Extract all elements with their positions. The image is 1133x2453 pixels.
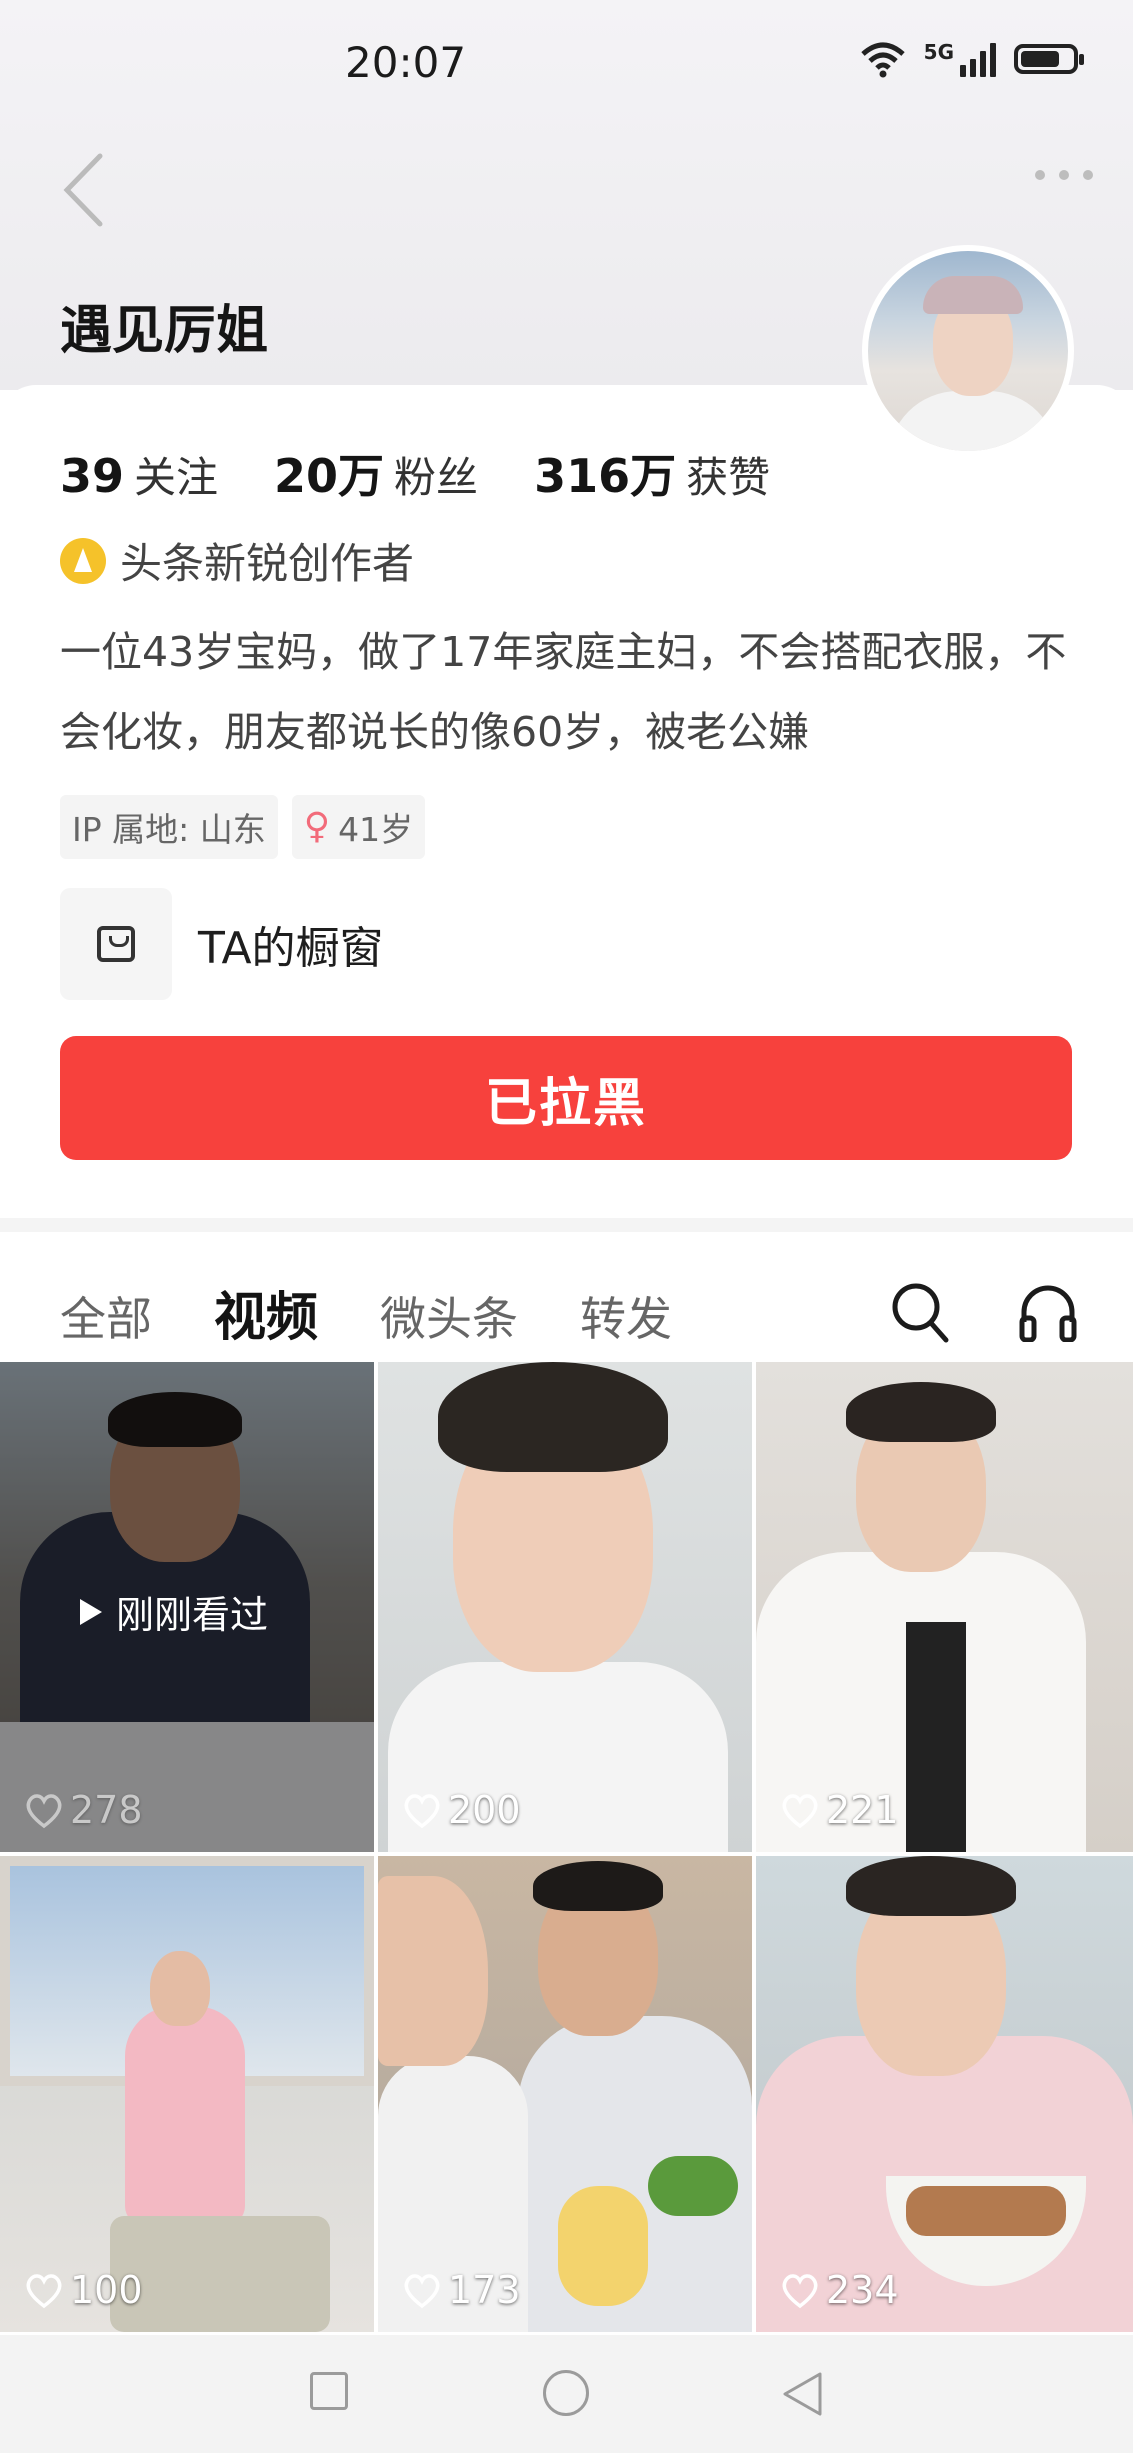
back-icon[interactable]: [55, 150, 115, 230]
video-card[interactable]: 刚刚看过 278: [0, 1362, 374, 1852]
stat-following[interactable]: 39 关注: [60, 444, 218, 505]
tab-all[interactable]: 全部: [60, 1283, 152, 1349]
video-likes: 200: [402, 1788, 521, 1832]
likes-count: 278: [70, 1788, 143, 1832]
likes-count: 234: [826, 2268, 899, 2312]
heart-icon: [26, 2274, 62, 2309]
heart-icon: [404, 1794, 440, 1829]
creator-badge-label: 头条新锐创作者: [120, 539, 415, 588]
play-icon: [80, 1598, 102, 1625]
video-likes: 100: [24, 2268, 143, 2312]
headphone-icon[interactable]: [1018, 1282, 1078, 1342]
stat-followers-value: 20万: [274, 449, 385, 503]
video-card[interactable]: 200: [378, 1362, 752, 1852]
video-likes: 278: [24, 1788, 143, 1832]
watched-label: 刚刚看过: [80, 1584, 268, 1639]
creator-badge[interactable]: 头条新锐创作者: [60, 530, 414, 591]
heart-icon: [782, 2274, 818, 2309]
age-tag: ♀ 41岁: [291, 795, 426, 859]
status-icons: 5G: [860, 40, 1084, 78]
avatar[interactable]: [862, 245, 1074, 457]
shop-bag-icon: [60, 888, 172, 1000]
user-name: 遇见厉姐: [60, 301, 269, 361]
more-icon[interactable]: [1035, 170, 1093, 180]
video-card[interactable]: 234: [756, 1856, 1133, 2332]
tab-reposts[interactable]: 转发: [580, 1283, 672, 1349]
tab-micro-posts[interactable]: 微头条: [380, 1283, 518, 1349]
likes-count: 100: [70, 2268, 143, 2312]
blocked-button[interactable]: 已拉黑: [60, 1036, 1072, 1160]
female-icon: ♀: [303, 806, 331, 847]
profile-bio[interactable]: 一位43岁宝妈，做了17年家庭主妇，不会搭配衣服，不会化妆，朋友都说长的像60岁…: [60, 612, 1080, 772]
content-tabs: 全部 视频 微头条 转发: [60, 1275, 672, 1350]
nav-home-icon[interactable]: [543, 2370, 589, 2416]
video-card[interactable]: 173: [378, 1856, 752, 2332]
stat-followers[interactable]: 20万 粉丝: [274, 440, 478, 506]
likes-count: 200: [448, 1788, 521, 1832]
battery-icon: [1014, 44, 1084, 74]
age-text: 41岁: [338, 810, 414, 849]
network-type: 5G: [923, 40, 954, 64]
nav-recent-icon[interactable]: [310, 2372, 348, 2410]
section-divider: [0, 1218, 1133, 1232]
search-icon[interactable]: [890, 1280, 950, 1344]
stat-likes[interactable]: 316万 获赞: [534, 440, 770, 506]
stat-following-label: 关注: [134, 453, 219, 502]
heart-icon: [782, 1794, 818, 1829]
video-likes: 173: [402, 2268, 521, 2312]
stat-likes-label: 获赞: [686, 453, 771, 502]
creator-badge-icon: [60, 537, 106, 584]
tab-videos[interactable]: 视频: [214, 1275, 318, 1350]
video-grid: 刚刚看过 278 200 221 100 173 234: [0, 1362, 1133, 2332]
ip-location-tag: IP 属地: 山东: [60, 795, 278, 859]
status-time: 20:07: [345, 38, 467, 87]
signal-icon: [960, 41, 996, 77]
nav-back-icon[interactable]: [780, 2370, 824, 2418]
stat-following-value: 39: [60, 449, 125, 503]
shop-window-entry[interactable]: TA的橱窗: [60, 888, 384, 1000]
heart-icon: [404, 2274, 440, 2309]
shop-window-label: TA的橱窗: [198, 923, 384, 974]
video-card[interactable]: 100: [0, 1856, 374, 2332]
watched-text: 刚刚看过: [116, 1593, 269, 1637]
wifi-icon: [860, 42, 905, 78]
profile-stats: 39 关注 20万 粉丝 316万 获赞: [60, 440, 770, 506]
heart-icon: [26, 1794, 62, 1829]
video-likes: 221: [780, 1788, 899, 1832]
ip-location-text: IP 属地: 山东: [72, 810, 266, 849]
likes-count: 221: [826, 1788, 899, 1832]
likes-count: 173: [448, 2268, 521, 2312]
stat-likes-value: 316万: [534, 449, 677, 503]
video-likes: 234: [780, 2268, 899, 2312]
video-card[interactable]: 221: [756, 1362, 1133, 1852]
profile-tags: IP 属地: 山东 ♀ 41岁: [60, 795, 426, 859]
stat-followers-label: 粉丝: [394, 453, 479, 502]
